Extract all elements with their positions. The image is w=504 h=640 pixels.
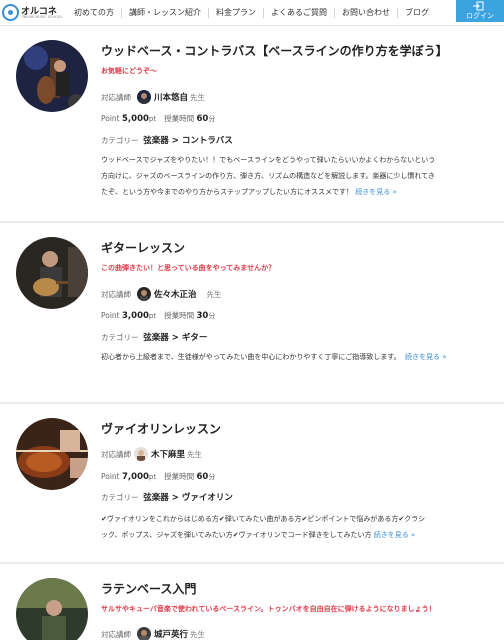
lesson-title[interactable]: ウッドベース・コントラバス【ベースラインの作り方を学ぼう】	[101, 42, 448, 59]
nav-pricing[interactable]: 料金プラン	[208, 8, 263, 18]
login-button[interactable]: ログイン	[456, 0, 504, 22]
lesson-catchphrase: この曲弾きたい！と思っている曲をやってみませんか？	[101, 264, 276, 272]
nav-teachers-lessons[interactable]: 講師・レッスン紹介	[121, 8, 208, 18]
teacher-avatar[interactable]	[137, 627, 151, 640]
login-icon	[473, 1, 484, 11]
teacher-row: 対応講師 佐々木正治 先生	[101, 287, 222, 301]
site-logo[interactable]: オルコネ ONLINE MUSIC SCHOOL	[2, 3, 63, 23]
point-label: Point	[101, 311, 120, 320]
time-label: 授業時間	[164, 472, 195, 481]
time-label: 授業時間	[164, 114, 195, 123]
category-row: カテゴリー 弦楽器 > ヴァイオリン	[101, 491, 233, 504]
logo-mark-icon	[2, 4, 19, 21]
main-nav: 初めての方 講師・レッスン紹介 料金プラン よくあるご質問 お問い合わせ ブログ	[67, 0, 436, 26]
description-line: 初心者から上級者まで、生徒様がやってみたい曲を中心にわかりやすく丁寧にご指導致し…	[101, 353, 401, 361]
teacher-avatar[interactable]	[134, 447, 148, 461]
teacher-label: 対応講師	[101, 289, 131, 299]
point-value: 5,000	[122, 113, 149, 124]
nav-blog[interactable]: ブログ	[397, 8, 436, 18]
logo-subtitle: ONLINE MUSIC SCHOOL	[21, 15, 63, 19]
time-value: 60	[196, 471, 209, 482]
lesson-catchphrase: お気軽にどうぞ〜	[101, 67, 157, 75]
time-value: 60	[196, 113, 209, 124]
read-more-link[interactable]: 続きを見る »	[355, 188, 397, 196]
lesson-photo[interactable]	[16, 237, 88, 309]
login-label: ログイン	[466, 12, 494, 20]
point-unit: pt	[148, 114, 157, 123]
category-label: カテゴリー	[101, 332, 139, 342]
point-unit: pt	[148, 472, 157, 481]
nav-faq[interactable]: よくあるご質問	[263, 8, 334, 18]
price-row: Point 5,000 pt 授業時間 60 分	[101, 113, 215, 124]
description-line: ✔ヴァイオリンをこれからはじめる方✔弾いてみたい曲がある方✔ピンポイントで悩みが…	[101, 515, 426, 523]
read-more-link[interactable]: 続きを見る »	[374, 531, 416, 539]
point-value: 3,000	[122, 310, 149, 321]
category-value[interactable]: 弦楽器 > ヴァイオリン	[143, 491, 233, 503]
time-value: 30	[196, 310, 209, 321]
nav-contact[interactable]: お問い合わせ	[334, 8, 397, 18]
time-unit: 分	[208, 311, 216, 320]
lesson-card: ヴァイオリンレッスン 対応講師 木下麻里 先生 Point 7,000 pt 授…	[0, 404, 504, 562]
sensei-label: 先生	[190, 92, 206, 102]
description-line: ック、ポップス、ジャズを弾いてみたい方✔ヴァイオリンでコード弾きをしてみたい方	[101, 531, 372, 539]
site-header: オルコネ ONLINE MUSIC SCHOOL 初めての方 講師・レッスン紹介…	[0, 0, 504, 26]
teacher-name[interactable]: 城戸英行	[154, 628, 188, 640]
price-row: Point 7,000 pt 授業時間 60 分	[101, 471, 215, 482]
lesson-title[interactable]: ヴァイオリンレッスン	[101, 420, 221, 437]
lesson-card: ギターレッスン この曲弾きたい！と思っている曲をやってみませんか？ 対応講師 佐…	[0, 223, 504, 402]
teacher-label: 対応講師	[101, 449, 131, 459]
price-row: Point 3,000 pt 授業時間 30 分	[101, 310, 215, 321]
category-label: カテゴリー	[101, 135, 139, 145]
teacher-label: 対応講師	[101, 629, 131, 639]
lesson-title[interactable]: ギターレッスン	[101, 239, 185, 256]
description-line: ウッドベースでジャズをやりたい！！でもベースラインをどうやって弾いたらいいかよく…	[101, 156, 436, 164]
category-label: カテゴリー	[101, 492, 139, 502]
sensei-label: 先生	[190, 629, 206, 639]
category-value[interactable]: 弦楽器 > コントラバス	[143, 134, 232, 146]
teacher-row: 対応講師 城戸英行 先生	[101, 627, 205, 640]
lesson-photo[interactable]	[16, 40, 88, 112]
lesson-photo[interactable]	[16, 418, 88, 490]
teacher-avatar[interactable]	[137, 287, 151, 301]
time-label: 授業時間	[164, 311, 195, 320]
teacher-label: 対応講師	[101, 92, 131, 102]
point-unit: pt	[148, 311, 157, 320]
category-value[interactable]: 弦楽器 > ギター	[143, 331, 207, 343]
lesson-catchphrase: サルサやキューバ音楽で使われているベースライン。トゥンバオを自由自在に弾けるよう…	[101, 605, 436, 613]
category-row: カテゴリー 弦楽器 > ギター	[101, 331, 207, 344]
category-row: カテゴリー 弦楽器 > コントラバス	[101, 134, 233, 147]
teacher-row: 対応講師 木下麻里 先生	[101, 447, 202, 461]
teacher-name[interactable]: 佐々木正治	[154, 288, 197, 300]
teacher-avatar[interactable]	[137, 90, 151, 104]
description-line: 方向けに、ジャズのベースラインの作り方、弾き方、リズムの構造などを解説します。楽…	[101, 172, 435, 180]
lesson-card: ウッドベース・コントラバス【ベースラインの作り方を学ぼう】 お気軽にどうぞ〜 対…	[0, 26, 504, 221]
time-unit: 分	[208, 472, 216, 481]
description-line: たぞ、という方や今までのやり方からステップアップしたい方にオススメです！	[101, 188, 353, 196]
teacher-name[interactable]: 木下麻里	[151, 448, 185, 460]
point-label: Point	[101, 114, 120, 123]
lesson-description: ウッドベースでジャズをやりたい！！でもベースラインをどうやって弾いたらいいかよく…	[101, 152, 491, 200]
sensei-label: 先生	[187, 449, 203, 459]
point-value: 7,000	[122, 471, 149, 482]
lesson-description: 初心者から上級者まで、生徒様がやってみたい曲を中心にわかりやすく丁寧にご指導致し…	[101, 349, 491, 365]
teacher-row: 対応講師 川本悠自 先生	[101, 90, 205, 104]
sensei-label: 先生	[206, 289, 222, 299]
lesson-title[interactable]: ラテンベース入門	[101, 580, 196, 597]
point-label: Point	[101, 472, 120, 481]
read-more-link[interactable]: 続きを見る »	[405, 353, 447, 361]
lesson-description: ✔ヴァイオリンをこれからはじめる方✔弾いてみたい曲がある方✔ピンポイントで悩みが…	[101, 511, 491, 543]
lesson-card: ラテンベース入門 サルサやキューバ音楽で使われているベースライン。トゥンバオを自…	[0, 564, 504, 640]
lesson-photo[interactable]	[16, 578, 88, 640]
time-unit: 分	[208, 114, 216, 123]
nav-first-time[interactable]: 初めての方	[67, 8, 121, 18]
teacher-name[interactable]: 川本悠自	[154, 91, 188, 103]
